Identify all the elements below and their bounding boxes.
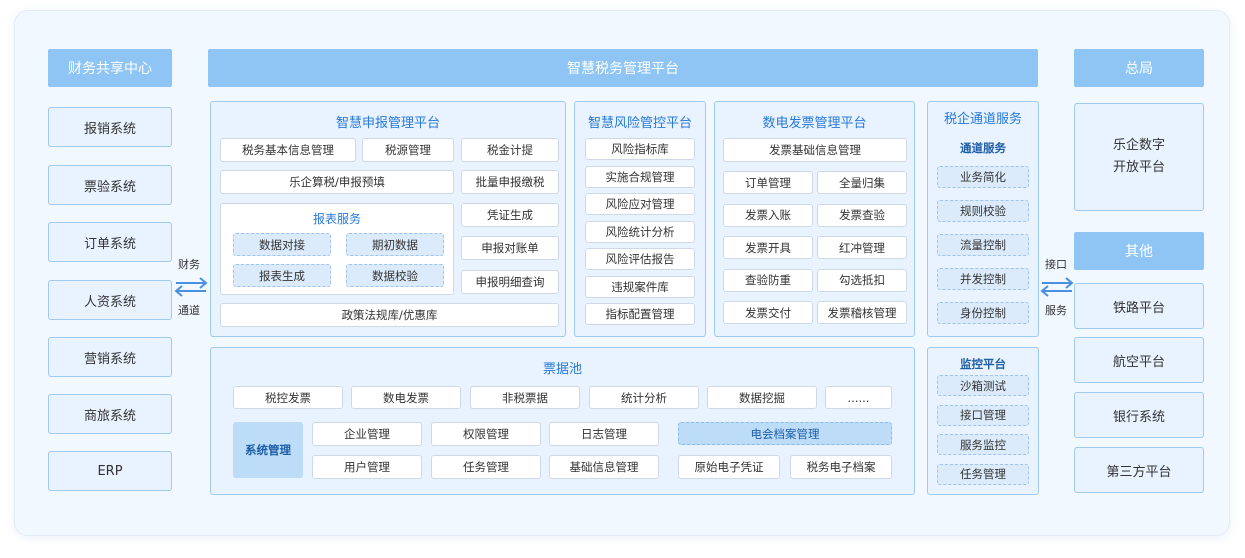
left-link-top-label: 财务	[178, 258, 200, 271]
report-service-box: 报表服务 数据对接 期初数据 报表生成 数据校验	[220, 203, 454, 295]
right-link-bottom-label: 服务	[1045, 304, 1067, 317]
risk-item: 实施合规管理	[585, 165, 695, 188]
left-system-item: 报销系统	[48, 107, 172, 147]
invoice-cell: 勾选抵扣	[817, 268, 907, 292]
system-item: 用户管理	[312, 455, 422, 479]
invoice-cell: 发票稽核管理	[817, 301, 907, 324]
right-platform-item: 第三方平台	[1074, 447, 1204, 493]
report-item: 期初数据	[346, 233, 444, 256]
main-platform-header: 智慧税务管理平台	[208, 49, 1038, 87]
system-item: 任务管理	[431, 455, 541, 479]
pool-row-item: 非税票据	[470, 386, 580, 409]
right-platform-item: 银行系统	[1074, 392, 1204, 438]
pool-row-item: ......	[825, 386, 892, 409]
pool-panel: 票据池 税控发票 数电发票 非税票据 统计分析 数据挖掘...... 系统管理 企业管理…	[210, 347, 915, 495]
pool-title: 票据池	[542, 362, 582, 377]
declare-cell: 税金计提	[461, 138, 559, 162]
risk-item: 风险评估报告	[585, 248, 695, 270]
system-item: 权限管理	[431, 422, 541, 446]
pool-row-item: 数电发票	[351, 386, 461, 409]
invoice-panel: 数电发票管理平台 发票基础信息管理 订单管理 全量归集 发票入账 发票查验 发票开具 红冲…	[714, 101, 915, 337]
invoice-cell: 查验防重	[723, 268, 813, 292]
right-header: 总局	[1074, 49, 1204, 87]
invoice-cell: 发票开具	[723, 236, 813, 259]
left-header: 财务共享中心	[48, 49, 172, 87]
risk-item: 风险应对管理	[585, 193, 695, 215]
channel-panel: 税企通道服务 通道服务 业务简化规则校验流量控制并发控制身份控制	[927, 101, 1039, 337]
invoice-cell: 全量归集	[817, 171, 907, 194]
system-item: 基础信息管理	[549, 455, 659, 479]
channel-item: 业务简化	[937, 166, 1029, 188]
monitor-item: 沙箱测试	[937, 375, 1029, 396]
monitor-item: 任务管理	[937, 463, 1029, 485]
system-item: 企业管理	[312, 422, 422, 446]
system-management-label: 系统管理	[233, 422, 303, 478]
other-header: 其他	[1074, 232, 1204, 270]
channel-item: 身份控制	[937, 302, 1029, 324]
monitor-item: 服务监控	[937, 434, 1029, 455]
invoice-cell: 红冲管理	[817, 236, 907, 259]
channel-item: 并发控制	[937, 268, 1029, 290]
declare-panel: 智慧申报管理平台 税务基本信息管理 税源管理 税金计提 乐企算税/申报预填 批量…	[210, 101, 566, 337]
invoice-cell: 发票入账	[723, 203, 813, 227]
invoice-cell: 发票基础信息管理	[723, 138, 907, 162]
left-system-item: 订单系统	[48, 222, 172, 262]
risk-item: 指标配置管理	[585, 303, 695, 325]
report-item: 数据校验	[346, 264, 444, 287]
right-platform-item: 铁路平台	[1074, 283, 1204, 329]
right-bidirectional-arrow-icon	[1040, 277, 1074, 297]
left-system-item: 商旅系统	[48, 394, 172, 434]
system-item: 日志管理	[549, 422, 659, 446]
report-service-title: 报表服务	[312, 212, 361, 226]
monitor-item: 接口管理	[937, 404, 1029, 426]
declare-cell: 乐企算税/申报预填	[220, 170, 454, 194]
left-bidirectional-arrow-icon	[174, 277, 208, 297]
right-platform-item: 航空平台	[1074, 337, 1204, 383]
monitor-title: 监控平台	[960, 357, 1006, 371]
channel-title: 税企通道服务	[943, 112, 1022, 127]
left-system-item: 票验系统	[48, 165, 172, 205]
risk-item: 风险统计分析	[585, 220, 695, 243]
risk-item: 风险指标库	[585, 138, 695, 160]
risk-title: 智慧风险管控平台	[587, 116, 692, 131]
archive-title: 电会档案管理	[678, 422, 892, 445]
archive-item: 税务电子档案	[790, 455, 892, 479]
declare-cell: 政策法规库/优惠库	[220, 303, 559, 327]
declare-cell: 税务基本信息管理	[220, 138, 356, 162]
left-link-bottom-label: 通道	[178, 304, 200, 317]
pool-row-item: 统计分析	[589, 386, 699, 409]
left-system-item: 营销系统	[48, 337, 172, 377]
declare-cell: 批量申报缴税	[461, 170, 559, 194]
pool-row-item: 数据挖掘	[707, 386, 817, 409]
right-link-top-label: 接口	[1045, 258, 1067, 271]
invoice-title: 数电发票管理平台	[762, 116, 867, 131]
invoice-cell: 订单管理	[723, 171, 813, 194]
report-item: 报表生成	[233, 264, 331, 287]
channel-item: 流量控制	[937, 234, 1029, 256]
open-platform-box: 乐企数字 开放平台	[1074, 103, 1204, 211]
archive-item: 原始电子凭证	[678, 455, 780, 479]
declare-cell: 申报明细查询	[461, 270, 559, 294]
channel-subtitle: 通道服务	[960, 141, 1006, 155]
pool-row-item: 税控发票	[233, 386, 343, 409]
invoice-cell: 发票交付	[723, 301, 813, 324]
report-item: 数据对接	[233, 233, 331, 256]
left-system-item: ERP	[48, 451, 172, 491]
declare-cell: 申报对账单	[461, 236, 559, 260]
channel-item: 规则校验	[937, 200, 1029, 222]
declare-title: 智慧申报管理平台	[335, 116, 440, 131]
invoice-cell: 发票查验	[817, 203, 907, 227]
declare-cell: 税源管理	[362, 138, 454, 162]
monitor-panel: 监控平台 沙箱测试接口管理服务监控任务管理	[927, 347, 1039, 495]
risk-item: 违规案件库	[585, 275, 695, 298]
declare-cell: 凭证生成	[461, 203, 559, 227]
left-system-item: 人资系统	[48, 280, 172, 320]
risk-panel: 智慧风险管控平台 风险指标库实施合规管理 风险应对管理 风险统计分析 风险评估报告 违规…	[574, 101, 706, 337]
